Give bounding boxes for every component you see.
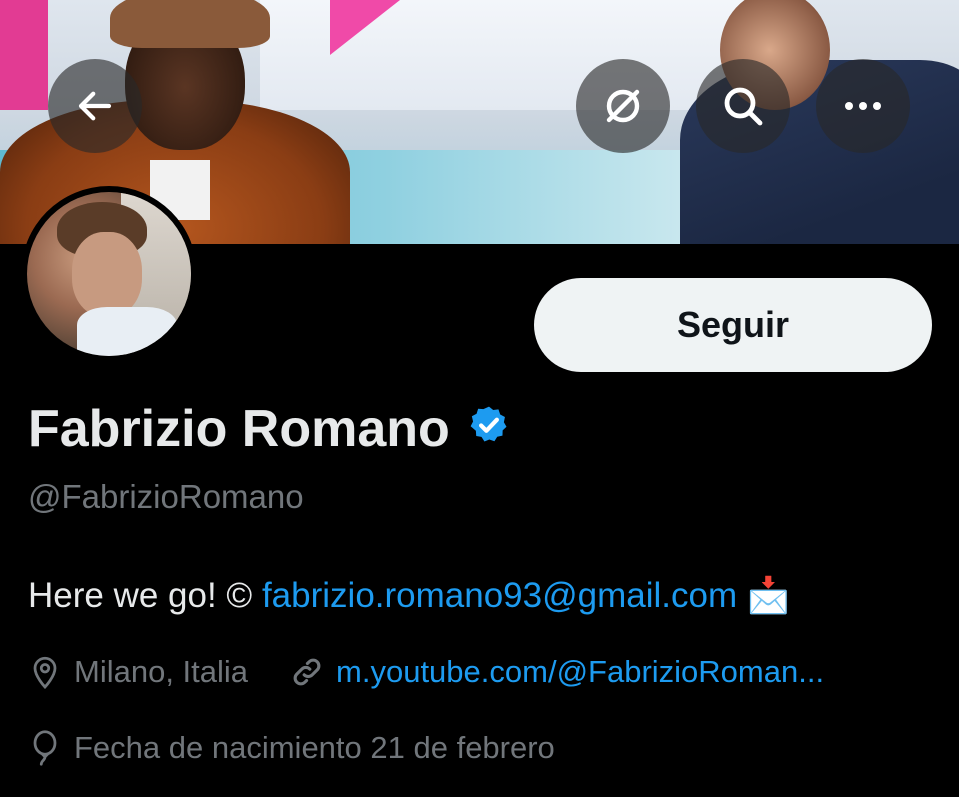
verified-badge-icon[interactable] xyxy=(468,399,510,459)
back-button[interactable] xyxy=(48,59,142,153)
avatar-shirt xyxy=(77,307,177,356)
grok-button[interactable] xyxy=(576,59,670,153)
profile-meta-row: Milano, Italia m.youtube.com/@FabrizioRo… xyxy=(28,650,824,694)
location-pin-icon xyxy=(28,652,62,692)
grok-icon xyxy=(599,82,647,130)
avatar[interactable] xyxy=(21,186,197,362)
bio-email-link[interactable]: fabrizio.romano93@gmail.com xyxy=(262,576,737,615)
link-icon xyxy=(290,652,324,692)
more-options-button[interactable] xyxy=(816,59,910,153)
avatar-face xyxy=(72,232,142,317)
profile-handle: @FabrizioRomano xyxy=(28,478,304,515)
follow-button[interactable]: Seguir xyxy=(534,278,932,372)
balloon-icon xyxy=(28,728,62,768)
search-button[interactable] xyxy=(696,59,790,153)
profile-name-row: Fabrizio Romano xyxy=(28,397,510,461)
profile-bio: Here we go! © fabrizio.romano93@gmail.co… xyxy=(28,575,790,616)
banner-pink-shape xyxy=(0,0,48,110)
location-text: Milano, Italia xyxy=(74,654,249,689)
birthday-text: Fecha de nacimiento 21 de febrero xyxy=(74,730,555,765)
website-link[interactable]: m.youtube.com/@FabrizioRoman... xyxy=(336,654,824,690)
search-icon xyxy=(719,82,767,130)
arrow-left-icon xyxy=(74,85,116,127)
avatar-photo xyxy=(27,192,191,356)
banner-person-left-cap xyxy=(110,0,270,48)
envelope-emoji: 📩 xyxy=(746,576,791,615)
more-horizontal-icon xyxy=(841,100,885,112)
display-name: Fabrizio Romano xyxy=(28,400,450,458)
banner-pink-triangle xyxy=(330,0,400,55)
birthday-row: Fecha de nacimiento 21 de febrero xyxy=(28,726,555,770)
bio-text: Here we go! © xyxy=(28,576,262,615)
